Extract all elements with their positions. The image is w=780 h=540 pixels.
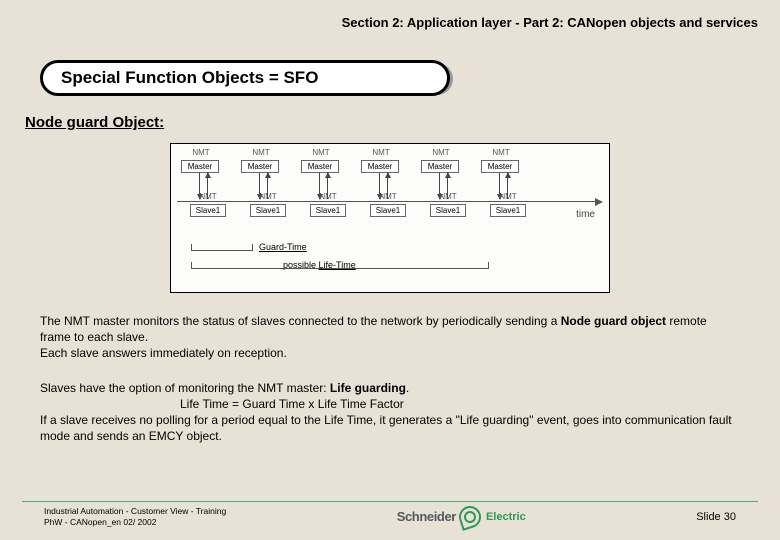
slave-label: NMT [371,192,405,201]
master-box: Master [361,160,399,173]
master-label: NMT [243,148,279,157]
footer-left: Industrial Automation - Customer View - … [44,502,226,528]
slave-label: NMT [491,192,525,201]
master-label: NMT [363,148,399,157]
slave-box: Slave1 [250,204,286,217]
slide-number: Slide 30 [696,507,736,523]
master-label: NMT [183,148,219,157]
slave-box: Slave1 [490,204,526,217]
master-label: NMT [423,148,459,157]
slave-label: NMT [191,192,225,201]
subheading: Node guard Object: [25,114,780,131]
master-box: Master [181,160,219,173]
slave-box: Slave1 [190,204,226,217]
life-time-label: possible Life-Time [283,260,356,270]
title-banner: Special Function Objects = SFO [40,60,450,96]
nmt-exchange: NMT Master NMT Slave1 [477,150,537,240]
paragraph-1: The NMT master monitors the status of sl… [40,313,740,362]
footer: Industrial Automation - Customer View - … [22,501,758,528]
master-label: NMT [483,148,519,157]
title-text: Special Function Objects = SFO [40,60,450,96]
slave-label: NMT [311,192,345,201]
nmt-exchange: NMT Master NMT Slave1 [237,150,297,240]
slave-label: NMT [251,192,285,201]
master-label: NMT [303,148,339,157]
slave-box: Slave1 [370,204,406,217]
nmt-exchange: NMT Master NMT Slave1 [357,150,417,240]
paragraph-2: Slaves have the option of monitoring the… [40,380,740,445]
slave-label: NMT [431,192,465,201]
node-guard-diagram: time NMT Master NMT Slave1 NMT Master NMT Slave… [170,143,610,293]
nmt-exchange: NMT Master NMT Slave1 [417,150,477,240]
schneider-logo: Schneider Electric [397,502,526,528]
master-box: Master [481,160,519,173]
master-box: Master [301,160,339,173]
slave-box: Slave1 [430,204,466,217]
time-axis-label: time [576,209,595,220]
logo-swirl-icon [456,503,484,531]
master-box: Master [421,160,459,173]
nmt-exchange: NMT Master NMT Slave1 [177,150,237,240]
nmt-exchange: NMT Master NMT Slave1 [297,150,357,240]
section-header: Section 2: Application layer - Part 2: C… [0,0,780,30]
master-box: Master [241,160,279,173]
slave-box: Slave1 [310,204,346,217]
guard-time-label: Guard-Time [259,242,307,252]
